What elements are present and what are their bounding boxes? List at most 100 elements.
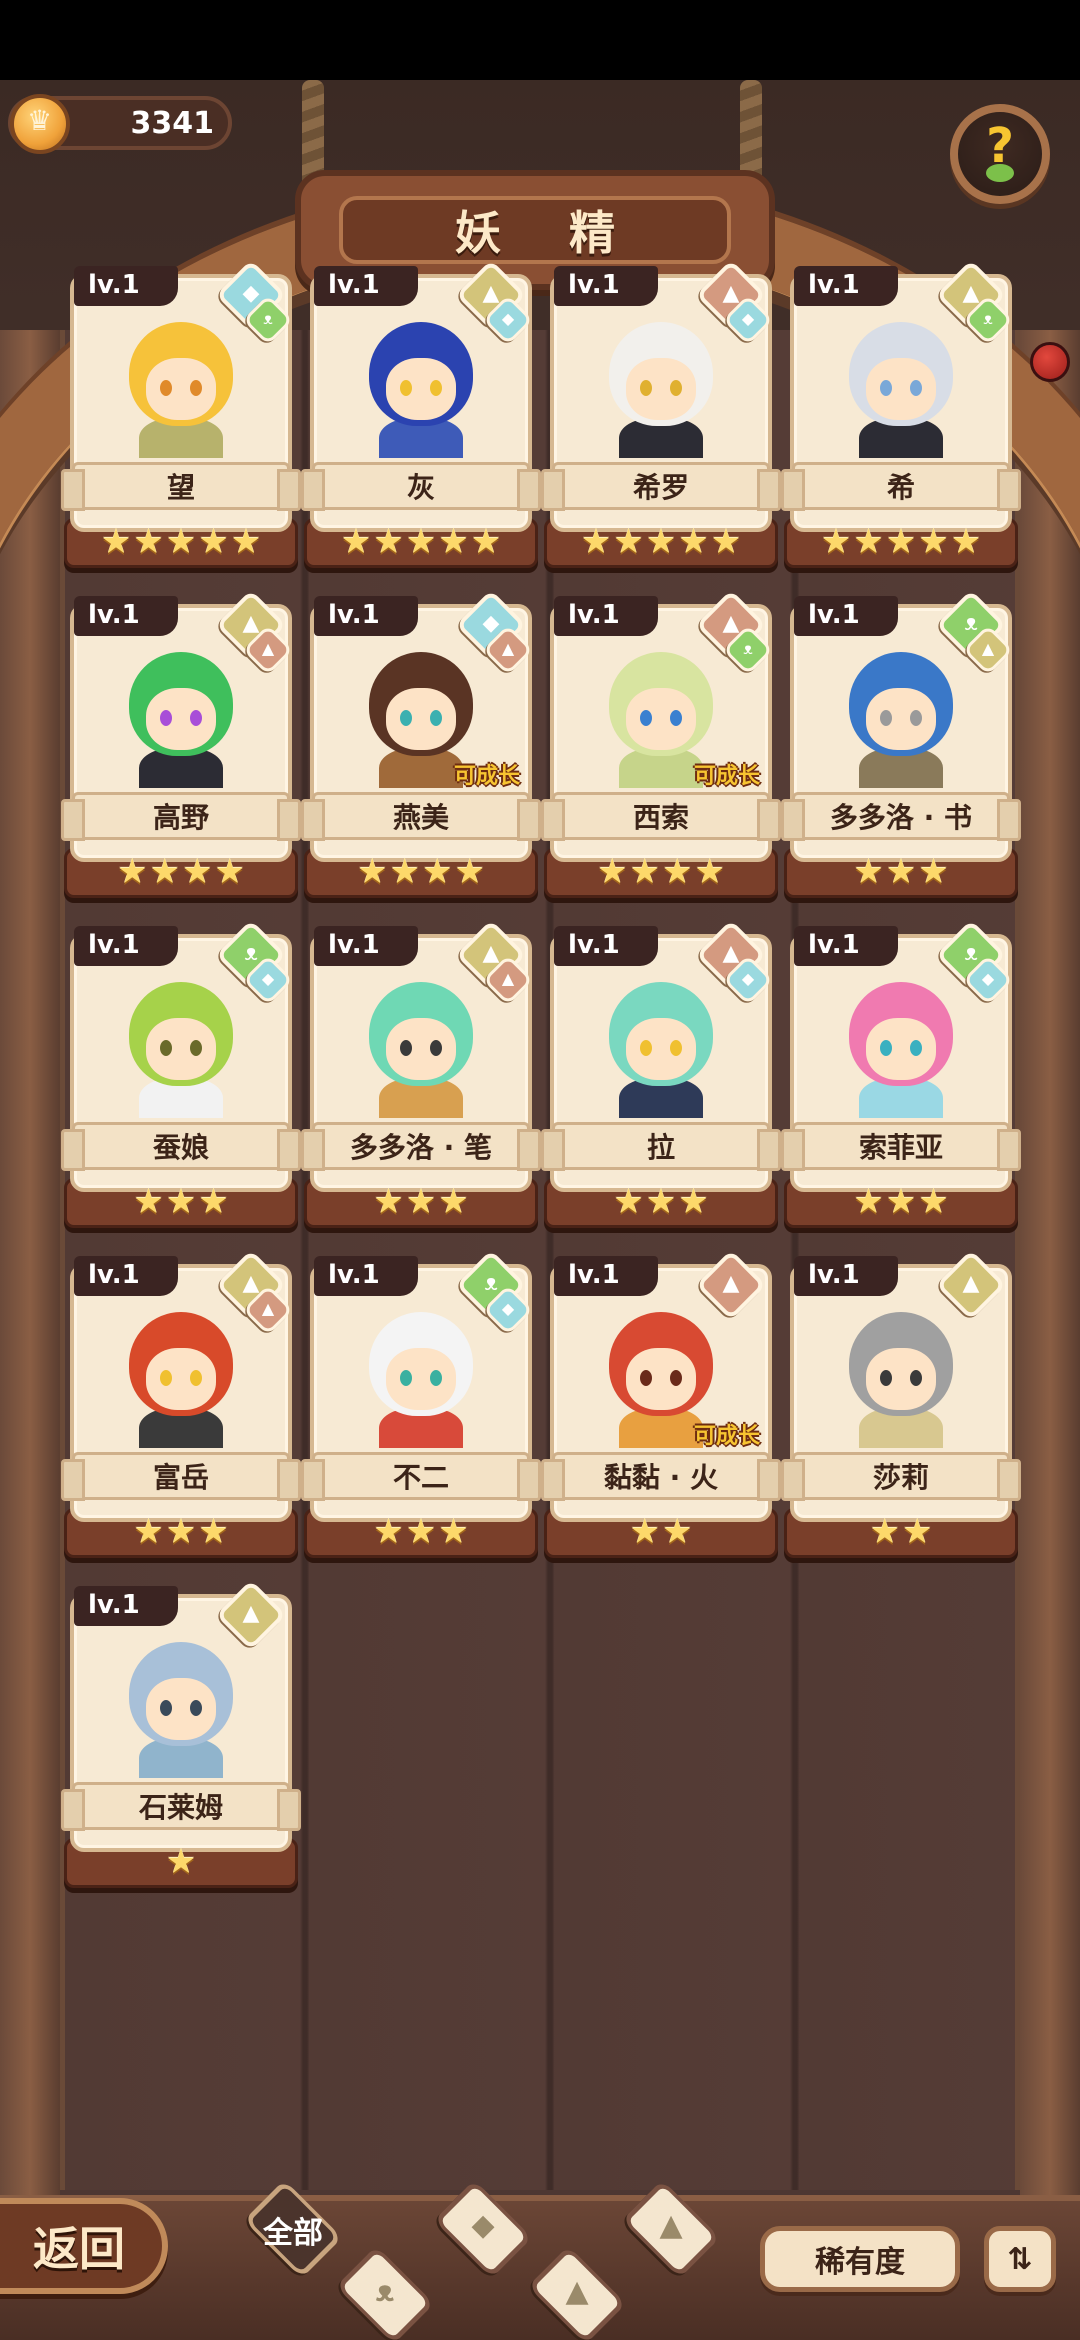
star-rating: ★ ★ ★ ★ [304, 852, 538, 892]
fairy-card[interactable]: lv.1 ᴥ ◆ 不二 ★ ★ ★ [301, 1249, 541, 1558]
fairy-eye-left [640, 710, 652, 726]
fairy-card[interactable]: lv.1 ▲ 莎莉 ★ ★ [781, 1249, 1021, 1558]
fairy-card[interactable]: lv.1 ᴥ ◆ 蚕娘 ★ ★ ★ [61, 919, 301, 1228]
fairy-face [626, 1348, 696, 1410]
name-ribbon: 多多洛 · 笔 [301, 1122, 541, 1171]
fairy-card[interactable]: lv.1 ᴥ ◆ 索菲亚 ★ ★ ★ [781, 919, 1021, 1228]
fairy-eye-left [400, 1040, 412, 1056]
star-icon: ★ [853, 852, 884, 892]
fairy-collection-screen: 妖 精 3341 ? lv.1◆ᴥ望★★★★★lv.1▲◆灰★★★★★lv.1▲… [0, 80, 1080, 2340]
star-icon: ★ [149, 852, 180, 892]
fairy-card[interactable]: lv.1 ▲ ◆ 灰 ★ ★ ★ ★ ★ [301, 259, 541, 568]
fairy-card[interactable]: lv.1 ▲ ᴥ 希 ★ ★ ★ ★ ★ [781, 259, 1021, 568]
star-icon: ★ [885, 1182, 917, 1222]
fairy-card[interactable]: lv.1 ▲ ᴥ 可成长 西索 ★ ★ ★ ★ [541, 589, 781, 898]
star-icon: ★ [950, 522, 982, 562]
name-ribbon: 蚕娘 [61, 1122, 301, 1171]
level-badge: lv.1 [314, 266, 418, 306]
star-rating: ★ ★ ★ ★ ★ [784, 522, 1018, 562]
fairy-portrait [564, 308, 758, 458]
level-badge: lv.1 [314, 596, 418, 636]
star-icon: ★ [373, 1512, 404, 1552]
fairy-portrait [804, 968, 998, 1118]
fairy-card[interactable]: lv.1 ◆ ᴥ 望 ★ ★ ★ ★ ★ [61, 259, 301, 568]
currency-counter[interactable]: 3341 [8, 94, 232, 154]
level-badge: lv.1 [74, 266, 178, 306]
star-rating: ★ ★ ★ ★ ★ [64, 522, 298, 562]
fairy-name: 希罗 [632, 471, 689, 504]
fairy-eye-right [910, 710, 922, 726]
star-icon: ★ [373, 522, 404, 562]
sort-order-button[interactable]: ⇅ [984, 2226, 1056, 2292]
fairy-face [146, 688, 216, 750]
star-rating: ★ ★ ★ [64, 1182, 298, 1222]
fairy-name: 蚕娘 [152, 1131, 209, 1164]
fairy-face [866, 688, 936, 750]
fairy-card[interactable]: lv.1 ▲ 石莱姆 ★ [61, 1579, 301, 1888]
sprout-icon [986, 164, 1014, 182]
star-icon: ★ [613, 522, 644, 562]
name-ribbon: 西索 [541, 792, 781, 841]
star-icon: ★ [597, 852, 628, 892]
fairy-eye-left [160, 380, 172, 396]
fairy-eye-right [190, 1370, 202, 1386]
star-rating: ★ ★ ★ ★ [64, 852, 298, 892]
fairy-eye-left [880, 380, 892, 396]
fairy-eye-left [160, 1370, 172, 1386]
fairy-face [146, 1018, 216, 1080]
star-rating: ★ ★ ★ [784, 1182, 1018, 1222]
fairy-name: 索菲亚 [858, 1131, 943, 1164]
fairy-card[interactable]: lv.1 ▲ ▲ 多多洛 · 笔 ★ ★ ★ [301, 919, 541, 1228]
star-icon: ★ [373, 1182, 404, 1222]
star-icon: ★ [580, 522, 612, 562]
star-icon: ★ [165, 1182, 197, 1222]
level-badge: lv.1 [74, 1586, 178, 1626]
name-ribbon: 高野 [61, 792, 301, 841]
level-badge: lv.1 [554, 926, 658, 966]
fairy-eye-right [430, 1040, 442, 1056]
star-icon: ★ [470, 522, 502, 562]
sort-rarity-label: 稀有度 [815, 2245, 905, 2280]
fairy-face [386, 688, 456, 750]
star-icon: ★ [438, 522, 469, 562]
fairy-card[interactable]: lv.1 ᴥ ▲ 多多洛 · 书 ★ ★ ★ [781, 589, 1021, 898]
star-rating: ★ ★ ★ ★ [544, 852, 778, 892]
ladybug-icon[interactable] [1030, 342, 1070, 382]
star-icon: ★ [694, 852, 725, 892]
name-ribbon: 黏黏 · 火 [541, 1452, 781, 1501]
star-icon: ★ [662, 852, 693, 892]
fairy-card[interactable]: lv.1 ▲ ◆ 拉 ★ ★ ★ [541, 919, 781, 1228]
fairy-eye-right [670, 1040, 682, 1056]
star-icon: ★ [678, 1182, 709, 1222]
growable-tag: 可成长 [693, 764, 760, 789]
fairy-card[interactable]: lv.1 ▲ ▲ 高野 ★ ★ ★ ★ [61, 589, 301, 898]
fairy-face [866, 1018, 936, 1080]
star-icon: ★ [885, 852, 917, 892]
fairy-portrait [804, 308, 998, 458]
fairy-eye-right [910, 1040, 922, 1056]
fairy-card[interactable]: lv.1 ◆ ▲ 可成长 燕美 ★ ★ ★ ★ [301, 589, 541, 898]
droplet-icon: ◆ [471, 2208, 495, 2243]
fairy-eye-left [880, 1040, 892, 1056]
help-button[interactable]: ? [950, 104, 1050, 204]
title-plate: 妖 精 [339, 196, 731, 264]
fairy-name: 高野 [152, 801, 209, 834]
name-ribbon: 石莱姆 [61, 1782, 301, 1831]
star-icon: ★ [853, 522, 884, 562]
fairy-eye-right [190, 1700, 202, 1716]
back-button[interactable]: 返回 [0, 2198, 168, 2294]
star-icon: ★ [869, 1512, 900, 1552]
sort-rarity-button[interactable]: 稀有度 [760, 2226, 960, 2292]
filter-grass-tab[interactable]: ᴥ [330, 2240, 440, 2340]
fairy-card[interactable]: lv.1 ▲ ▲ 富岳 ★ ★ ★ [61, 1249, 301, 1558]
snow-mountain-icon: ▲ [659, 2208, 683, 2243]
star-icon: ★ [214, 852, 245, 892]
fairy-eye-left [880, 1370, 892, 1386]
filter-mountain-tab[interactable]: ▲ [616, 2174, 726, 2284]
fairy-eye-right [430, 710, 442, 726]
fairy-name: 灰 [406, 471, 435, 504]
fairy-card[interactable]: lv.1 ▲ ◆ 希罗 ★ ★ ★ ★ ★ [541, 259, 781, 568]
fairy-card[interactable]: lv.1 ▲ 可成长 黏黏 · 火 ★ ★ [541, 1249, 781, 1558]
fairy-face [386, 1348, 456, 1410]
fairy-name: 燕美 [392, 801, 449, 834]
